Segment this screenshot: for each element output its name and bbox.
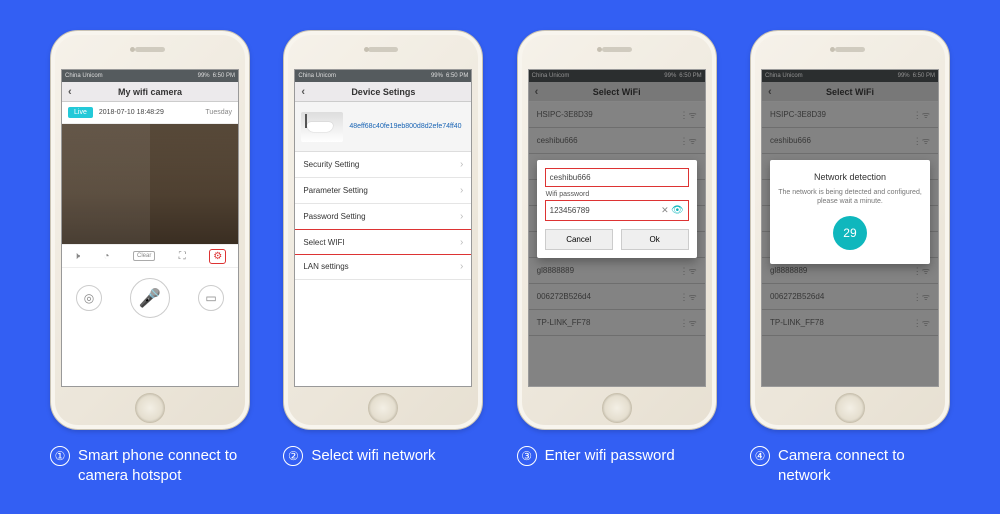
phone-frame: China Unicom99%6:50 PM ‹Select WiFi HSIP… bbox=[517, 30, 717, 430]
ok-button[interactable]: Ok bbox=[621, 229, 689, 250]
clear-button[interactable]: Clear bbox=[133, 251, 155, 261]
ssid-field[interactable]: ceshibu666 bbox=[545, 168, 689, 187]
settings-menu: Security Setting› Parameter Setting› Pas… bbox=[295, 152, 471, 280]
battery-label: 99% bbox=[198, 73, 210, 79]
phone-frame: China Unicom99%6:50 PM ‹Select WiFi HSIP… bbox=[750, 30, 950, 430]
screen-step4: China Unicom99%6:50 PM ‹Select WiFi HSIP… bbox=[761, 69, 939, 387]
settings-icon[interactable]: ⚙ bbox=[209, 249, 226, 264]
video-toolbar: 🕨 ◔ Clear ⛶ ⚙ bbox=[62, 244, 238, 268]
chevron-right-icon: › bbox=[460, 159, 463, 170]
menu-parameter[interactable]: Parameter Setting› bbox=[295, 178, 471, 204]
step-number-4: ④ bbox=[750, 446, 770, 466]
menu-lan[interactable]: LAN settings› bbox=[295, 254, 471, 280]
password-label: Wifi password bbox=[546, 191, 688, 198]
menu-password[interactable]: Password Setting› bbox=[295, 204, 471, 230]
phone-frame: China Unicom 99%6:50 PM ‹ Device Setings… bbox=[283, 30, 483, 430]
modal-heading: Network detection bbox=[778, 172, 922, 182]
status-bar: China Unicom 99% 6:50 PM bbox=[62, 70, 238, 82]
screen-step3: China Unicom99%6:50 PM ‹Select WiFi HSIP… bbox=[528, 69, 706, 387]
mic-button[interactable]: 🎤 bbox=[130, 278, 170, 318]
record-button[interactable]: ▭ bbox=[198, 285, 224, 311]
navbar: ‹ My wifi camera bbox=[62, 82, 238, 102]
chevron-right-icon: › bbox=[460, 185, 463, 196]
step-number-1: ① bbox=[50, 446, 70, 466]
chevron-right-icon: › bbox=[460, 211, 463, 222]
chevron-right-icon: › bbox=[460, 237, 463, 248]
weekday: Tuesday bbox=[205, 109, 232, 116]
fullscreen-icon[interactable]: ⛶ bbox=[179, 251, 186, 262]
step-number-3: ③ bbox=[517, 446, 537, 466]
wifi-password-modal: ceshibu666 Wifi password 123456789 ✕ 👁 C… bbox=[537, 160, 697, 258]
chevron-right-icon: › bbox=[460, 261, 463, 272]
time-label: 6:50 PM bbox=[213, 73, 235, 79]
screen-step2: China Unicom 99%6:50 PM ‹ Device Setings… bbox=[294, 69, 472, 387]
menu-security[interactable]: Security Setting› bbox=[295, 152, 471, 178]
carrier-label: China Unicom bbox=[65, 73, 103, 79]
home-button[interactable] bbox=[368, 393, 398, 423]
camera-thumbnail bbox=[301, 112, 343, 142]
password-field[interactable]: 123456789 ✕ 👁 bbox=[545, 200, 689, 221]
show-password-icon[interactable]: 👁 bbox=[671, 205, 684, 216]
snapshot-button[interactable]: ◎ bbox=[76, 285, 102, 311]
home-button[interactable] bbox=[835, 393, 865, 423]
home-button[interactable] bbox=[135, 393, 165, 423]
screen-step1: China Unicom 99% 6:50 PM ‹ My wifi camer… bbox=[61, 69, 239, 387]
network-detection-modal: Network detection The network is being d… bbox=[770, 160, 930, 264]
caption-2: Select wifi network bbox=[311, 446, 435, 466]
history-icon[interactable]: ◔ bbox=[103, 251, 109, 262]
caption-4: Camera connect to network bbox=[778, 446, 950, 485]
timestamp: 2018-07-10 18:48:29 bbox=[99, 109, 164, 116]
caption-1: Smart phone connect to camera hotspot bbox=[78, 446, 250, 485]
mute-icon[interactable]: 🕨 bbox=[74, 251, 80, 262]
modal-message: The network is being detected and config… bbox=[778, 188, 922, 206]
countdown-timer: 29 bbox=[833, 216, 867, 250]
back-icon[interactable]: ‹ bbox=[301, 86, 305, 98]
live-badge: Live bbox=[68, 107, 93, 118]
status-bar: China Unicom 99%6:50 PM bbox=[295, 70, 471, 82]
device-id: 48eff68c40fe19eb800d8d2efe74ff40 bbox=[349, 123, 461, 130]
caption-3: Enter wifi password bbox=[545, 446, 675, 466]
back-icon[interactable]: ‹ bbox=[68, 86, 72, 98]
cancel-button[interactable]: Cancel bbox=[545, 229, 613, 250]
page-title: Device Setings bbox=[351, 87, 415, 97]
clear-input-icon[interactable]: ✕ bbox=[661, 205, 669, 215]
menu-select-wifi[interactable]: Select WIFI› bbox=[294, 229, 472, 255]
step-number-2: ② bbox=[283, 446, 303, 466]
navbar: ‹ Device Setings bbox=[295, 82, 471, 102]
home-button[interactable] bbox=[602, 393, 632, 423]
page-title: My wifi camera bbox=[118, 87, 182, 97]
phone-frame: China Unicom 99% 6:50 PM ‹ My wifi camer… bbox=[50, 30, 250, 430]
camera-preview[interactable] bbox=[62, 124, 238, 244]
